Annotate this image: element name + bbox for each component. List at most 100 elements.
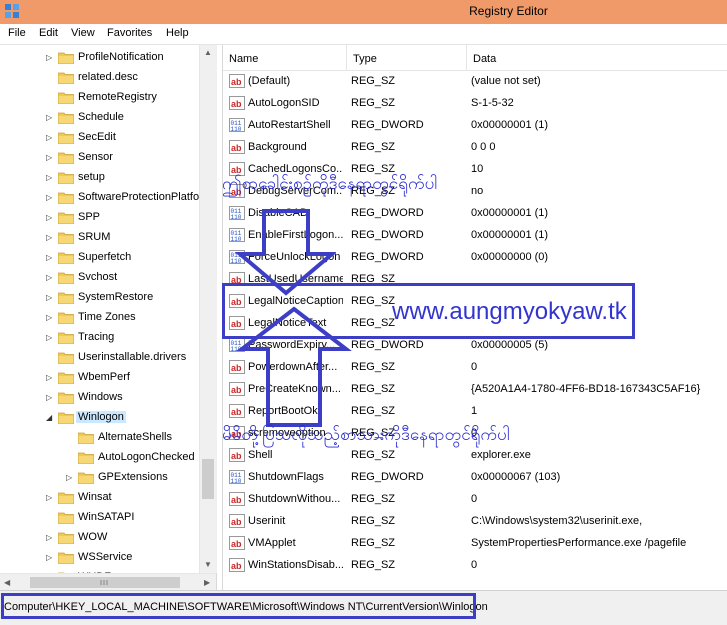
- expand-arrow-icon[interactable]: ▷: [66, 473, 74, 483]
- value-name-cell: AutoLogonSID: [248, 97, 320, 109]
- scroll-left-icon[interactable]: ◀: [4, 578, 10, 588]
- expand-arrow-icon[interactable]: ▷: [46, 373, 54, 383]
- tree-item-label: WSService: [78, 551, 133, 563]
- value-type-cell: REG_SZ: [351, 383, 396, 395]
- value-data-cell: 0x00000067 (103): [471, 471, 561, 483]
- tree-horizontal-scrollbar[interactable]: ◀ ▶: [0, 573, 216, 591]
- tree-item[interactable]: ▷ SRUM: [0, 228, 200, 248]
- tree-item[interactable]: Userinstallable.drivers: [0, 348, 200, 368]
- folder-icon: [78, 472, 94, 484]
- svg-text:110: 110: [231, 478, 242, 485]
- value-data-cell: explorer.exe: [471, 449, 531, 461]
- tree-item-label: setup: [78, 171, 105, 183]
- tree-item[interactable]: ▷ GPExtensions: [0, 468, 200, 488]
- collapse-arrow-icon[interactable]: ◢: [46, 413, 54, 423]
- tree-item[interactable]: ▷ SecEdit: [0, 128, 200, 148]
- value-row[interactable]: ab Userinit REG_SZ C:\Windows\system32\user…: [223, 510, 727, 532]
- value-row[interactable]: 011 110 ShutdownFlags REG_DWORD 0x00000067 (…: [223, 466, 727, 488]
- value-type-cell: REG_DWORD: [351, 251, 424, 263]
- expand-arrow-icon[interactable]: ▷: [46, 133, 54, 143]
- column-header-type[interactable]: Type: [347, 45, 467, 71]
- expand-arrow-icon[interactable]: ▷: [46, 553, 54, 563]
- tree-item-label: Winlogon: [76, 411, 126, 423]
- expand-arrow-icon[interactable]: ▷: [46, 173, 54, 183]
- text-hint-text: မိမိတို့ပြသလိုသည့်စာသားကိုဒီနေရာတွင်ရိုက…: [222, 425, 510, 445]
- expand-arrow-icon[interactable]: ▷: [46, 193, 54, 203]
- tree-item-label: related.desc: [78, 71, 138, 83]
- column-header-name[interactable]: Name: [223, 45, 347, 71]
- expand-arrow-icon[interactable]: ▷: [46, 233, 54, 243]
- folder-icon: [58, 512, 74, 524]
- column-header-data[interactable]: Data: [467, 45, 727, 71]
- menu-file[interactable]: File: [8, 27, 26, 39]
- tree-item[interactable]: ▷ Superfetch: [0, 248, 200, 268]
- tree-item-label: SoftwareProtectionPlatfo: [78, 191, 200, 203]
- tree-item[interactable]: ▷ SoftwareProtectionPlatfo: [0, 188, 200, 208]
- tree-item[interactable]: AlternateShells: [0, 428, 200, 448]
- expand-arrow-icon[interactable]: ▷: [46, 333, 54, 343]
- tree-item[interactable]: ▷ ProfileNotification: [0, 48, 200, 68]
- value-type-cell: REG_SZ: [351, 449, 396, 461]
- folder-icon: [58, 332, 74, 344]
- tree-item[interactable]: WinSATAPI: [0, 508, 200, 528]
- tree-item[interactable]: related.desc: [0, 68, 200, 88]
- menu-view[interactable]: View: [71, 27, 95, 39]
- tree-item-label: Svchost: [78, 271, 118, 283]
- value-data-cell: 0x00000001 (1): [471, 229, 549, 241]
- expand-arrow-icon[interactable]: ▷: [46, 313, 54, 323]
- tree-item[interactable]: AutoLogonChecked: [0, 448, 200, 468]
- expand-arrow-icon[interactable]: ▷: [46, 293, 54, 303]
- tree-item[interactable]: ▷ WbemPerf: [0, 368, 200, 388]
- value-data-cell: (value not set): [471, 75, 541, 87]
- binary-value-icon: 011110: [229, 470, 245, 485]
- tree-item[interactable]: ▷ Time Zones: [0, 308, 200, 328]
- expand-arrow-icon[interactable]: ▷: [46, 493, 54, 503]
- expand-arrow-icon[interactable]: ▷: [46, 273, 54, 283]
- tree-item[interactable]: ▷ Tracing: [0, 328, 200, 348]
- menu-edit[interactable]: Edit: [39, 27, 58, 39]
- tree-item[interactable]: ▷ Svchost: [0, 268, 200, 288]
- folder-icon: [58, 492, 74, 504]
- expand-arrow-icon[interactable]: ▷: [46, 53, 54, 63]
- string-value-icon: ab: [229, 558, 245, 572]
- value-row[interactable]: ab WinStationsDisab... REG_SZ 0: [223, 554, 727, 576]
- value-row[interactable]: ab Background REG_SZ 0 0 0: [223, 136, 727, 158]
- expand-arrow-icon[interactable]: ▷: [46, 393, 54, 403]
- expand-arrow-icon[interactable]: ▷: [46, 253, 54, 263]
- status-bar: Computer\HKEY_LOCAL_MACHINE\SOFTWARE\Mic…: [0, 590, 727, 625]
- value-row[interactable]: ab ShutdownWithou... REG_SZ 0: [223, 488, 727, 510]
- tree-vertical-scrollbar[interactable]: ▲ ▼: [199, 45, 217, 573]
- scroll-right-icon[interactable]: ▶: [204, 578, 210, 588]
- menu-help[interactable]: Help: [166, 27, 189, 39]
- string-value-icon: ab: [229, 448, 245, 462]
- tree-item[interactable]: ▷ SystemRestore: [0, 288, 200, 308]
- tree-horizontal-scroll-thumb[interactable]: [30, 577, 180, 588]
- tree-item[interactable]: ▷ Windows: [0, 388, 200, 408]
- tree-item[interactable]: ▷ setup: [0, 168, 200, 188]
- expand-arrow-icon[interactable]: ▷: [46, 533, 54, 543]
- tree-item[interactable]: ▷ WOW: [0, 528, 200, 548]
- expand-arrow-icon[interactable]: ▷: [46, 153, 54, 163]
- value-row[interactable]: ab AutoLogonSID REG_SZ S-1-5-32: [223, 92, 727, 114]
- key-tree[interactable]: ▷ ProfileNotification related.desc RemoteRe…: [0, 45, 217, 590]
- expand-arrow-icon[interactable]: ▷: [46, 113, 54, 123]
- value-row[interactable]: ab (Default) REG_SZ (value not set): [223, 70, 727, 92]
- value-row[interactable]: 011 110 AutoRestartShell REG_DWORD 0x0000000…: [223, 114, 727, 136]
- scroll-up-icon[interactable]: ▲: [204, 48, 212, 58]
- tree-item[interactable]: ◢ Winlogon: [0, 408, 200, 428]
- tree-item[interactable]: RemoteRegistry: [0, 88, 200, 108]
- folder-icon: [58, 72, 74, 84]
- tree-item[interactable]: ▷ Sensor: [0, 148, 200, 168]
- value-row[interactable]: ab VMApplet REG_SZ SystemPropertiesPerforma…: [223, 532, 727, 554]
- folder-icon: [78, 452, 94, 464]
- tree-item[interactable]: ▷ SPP: [0, 208, 200, 228]
- menu-favorites[interactable]: Favorites: [107, 27, 152, 39]
- expand-arrow-icon[interactable]: ▷: [46, 213, 54, 223]
- value-type-cell: REG_SZ: [351, 75, 396, 87]
- value-type-cell: REG_SZ: [351, 559, 396, 571]
- tree-item[interactable]: ▷ Winsat: [0, 488, 200, 508]
- tree-item[interactable]: ▷ WSService: [0, 548, 200, 568]
- scroll-down-icon[interactable]: ▼: [204, 560, 212, 570]
- tree-item[interactable]: ▷ Schedule: [0, 108, 200, 128]
- tree-vertical-scroll-thumb[interactable]: [202, 459, 214, 499]
